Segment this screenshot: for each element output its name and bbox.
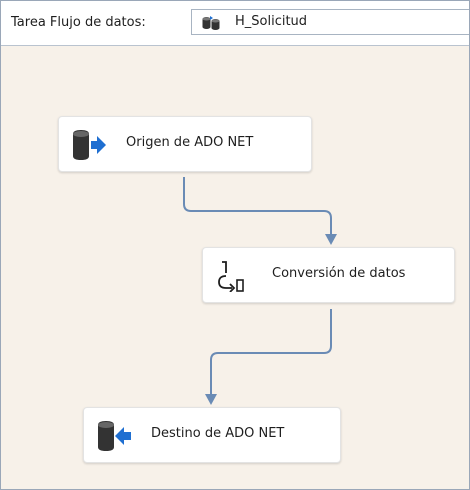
data-conversion-component[interactable]: Conversión de datos (202, 247, 455, 303)
data-conversion-icon (218, 261, 244, 292)
task-toolbar: Tarea Flujo de datos: H_Solicitud (1, 1, 469, 46)
task-label: Tarea Flujo de datos: (11, 15, 146, 30)
task-selector[interactable]: H_Solicitud (191, 9, 469, 35)
conversion-label: Conversión de datos (272, 266, 406, 281)
data-flow-designer: Tarea Flujo de datos: H_Solicitud Origen… (0, 0, 470, 490)
path-source-to-conversion[interactable] (183, 177, 332, 236)
ado-net-destination-icon (98, 421, 131, 451)
path-conversion-to-destination[interactable] (210, 309, 332, 396)
arrowhead-conversion (325, 234, 337, 245)
data-flow-task-icon (202, 16, 220, 30)
arrowhead-destination (205, 394, 217, 405)
design-canvas[interactable]: Origen de ADO NET Conversión de datos De… (1, 46, 469, 489)
ado-net-source-icon (73, 130, 106, 160)
selected-task-name: H_Solicitud (235, 14, 308, 29)
source-label: Origen de ADO NET (126, 135, 254, 150)
destination-label: Destino de ADO NET (151, 426, 285, 441)
ado-net-source-component[interactable]: Origen de ADO NET (58, 116, 312, 172)
ado-net-destination-component[interactable]: Destino de ADO NET (83, 407, 341, 463)
